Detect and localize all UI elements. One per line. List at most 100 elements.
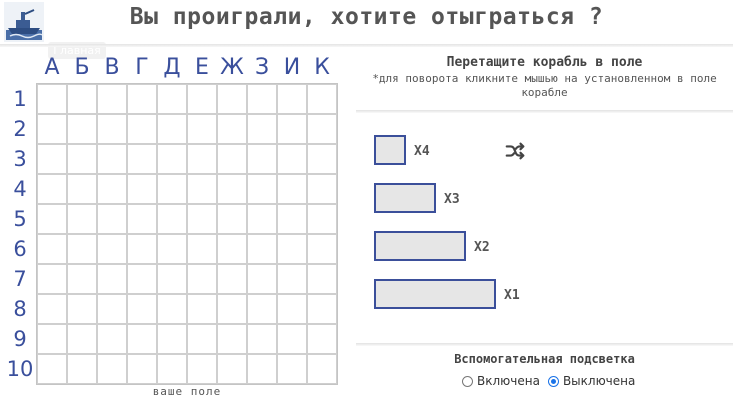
board-cell[interactable]	[127, 114, 157, 144]
board-cell[interactable]	[67, 174, 97, 204]
board-cell[interactable]	[97, 324, 127, 354]
board-cell[interactable]	[277, 324, 307, 354]
board-cell[interactable]	[277, 84, 307, 114]
board-cell[interactable]	[127, 294, 157, 324]
board-cell[interactable]	[277, 204, 307, 234]
board-cell[interactable]	[67, 114, 97, 144]
ship-size-4[interactable]	[374, 279, 496, 309]
board-cell[interactable]	[247, 174, 277, 204]
board-cell[interactable]	[157, 204, 187, 234]
board-cell[interactable]	[187, 84, 217, 114]
board-cell[interactable]	[187, 204, 217, 234]
board-cell[interactable]	[127, 174, 157, 204]
board-cell[interactable]	[127, 144, 157, 174]
board-cell[interactable]	[127, 204, 157, 234]
board-cell[interactable]	[127, 354, 157, 384]
board-cell[interactable]	[307, 294, 337, 324]
board-cell[interactable]	[97, 174, 127, 204]
board-cell[interactable]	[37, 264, 67, 294]
board-cell[interactable]	[157, 174, 187, 204]
board-cell[interactable]	[217, 234, 247, 264]
highlight-on-radio[interactable]	[462, 375, 473, 387]
board-cell[interactable]	[127, 324, 157, 354]
player-board[interactable]	[36, 83, 338, 385]
board-cell[interactable]	[187, 354, 217, 384]
shuffle-icon[interactable]	[504, 140, 526, 162]
board-cell[interactable]	[67, 144, 97, 174]
board-cell[interactable]	[277, 354, 307, 384]
board-cell[interactable]	[217, 114, 247, 144]
board-cell[interactable]	[97, 114, 127, 144]
board-cell[interactable]	[157, 294, 187, 324]
board-cell[interactable]	[187, 324, 217, 354]
ship-size-1[interactable]	[374, 135, 406, 165]
board-cell[interactable]	[67, 354, 97, 384]
board-cell[interactable]	[217, 84, 247, 114]
board-cell[interactable]	[37, 144, 67, 174]
board-cell[interactable]	[37, 204, 67, 234]
board-cell[interactable]	[67, 234, 97, 264]
highlight-off-label[interactable]: Выключена	[563, 374, 635, 388]
board-cell[interactable]	[97, 204, 127, 234]
board-cell[interactable]	[67, 264, 97, 294]
board-cell[interactable]	[37, 294, 67, 324]
board-cell[interactable]	[247, 114, 277, 144]
board-cell[interactable]	[37, 84, 67, 114]
board-cell[interactable]	[307, 204, 337, 234]
board-cell[interactable]	[37, 114, 67, 144]
board-cell[interactable]	[67, 84, 97, 114]
board-cell[interactable]	[217, 264, 247, 294]
board-cell[interactable]	[37, 234, 67, 264]
board-cell[interactable]	[127, 234, 157, 264]
board-cell[interactable]	[277, 114, 307, 144]
board-cell[interactable]	[217, 294, 247, 324]
board-cell[interactable]	[157, 354, 187, 384]
board-cell[interactable]	[307, 354, 337, 384]
board-cell[interactable]	[307, 174, 337, 204]
board-cell[interactable]	[157, 84, 187, 114]
highlight-on-label[interactable]: Включена	[477, 374, 540, 388]
highlight-off-radio[interactable]	[547, 375, 559, 387]
board-cell[interactable]	[97, 294, 127, 324]
board-cell[interactable]	[157, 234, 187, 264]
board-cell[interactable]	[157, 324, 187, 354]
board-cell[interactable]	[127, 84, 157, 114]
board-cell[interactable]	[247, 264, 277, 294]
board-cell[interactable]	[37, 174, 67, 204]
board-cell[interactable]	[37, 324, 67, 354]
board-cell[interactable]	[307, 144, 337, 174]
board-cell[interactable]	[247, 84, 277, 114]
board-cell[interactable]	[187, 114, 217, 144]
board-cell[interactable]	[97, 264, 127, 294]
board-cell[interactable]	[247, 144, 277, 174]
board-cell[interactable]	[277, 234, 307, 264]
board-cell[interactable]	[97, 84, 127, 114]
board-cell[interactable]	[247, 324, 277, 354]
board-cell[interactable]	[67, 294, 97, 324]
board-cell[interactable]	[307, 324, 337, 354]
board-cell[interactable]	[67, 204, 97, 234]
ship-size-2[interactable]	[374, 183, 436, 213]
board-cell[interactable]	[157, 114, 187, 144]
board-cell[interactable]	[217, 204, 247, 234]
board-cell[interactable]	[187, 234, 217, 264]
board-cell[interactable]	[277, 294, 307, 324]
board-cell[interactable]	[127, 264, 157, 294]
board-cell[interactable]	[217, 354, 247, 384]
board-cell[interactable]	[157, 264, 187, 294]
board-cell[interactable]	[217, 144, 247, 174]
board-cell[interactable]	[97, 354, 127, 384]
board-cell[interactable]	[97, 144, 127, 174]
board-cell[interactable]	[187, 174, 217, 204]
board-cell[interactable]	[157, 144, 187, 174]
board-cell[interactable]	[217, 324, 247, 354]
board-cell[interactable]	[247, 354, 277, 384]
board-cell[interactable]	[307, 114, 337, 144]
board-cell[interactable]	[277, 264, 307, 294]
board-cell[interactable]	[307, 84, 337, 114]
board-cell[interactable]	[277, 174, 307, 204]
ship-size-3[interactable]	[374, 231, 466, 261]
board-cell[interactable]	[67, 324, 97, 354]
board-cell[interactable]	[187, 144, 217, 174]
board-cell[interactable]	[307, 234, 337, 264]
